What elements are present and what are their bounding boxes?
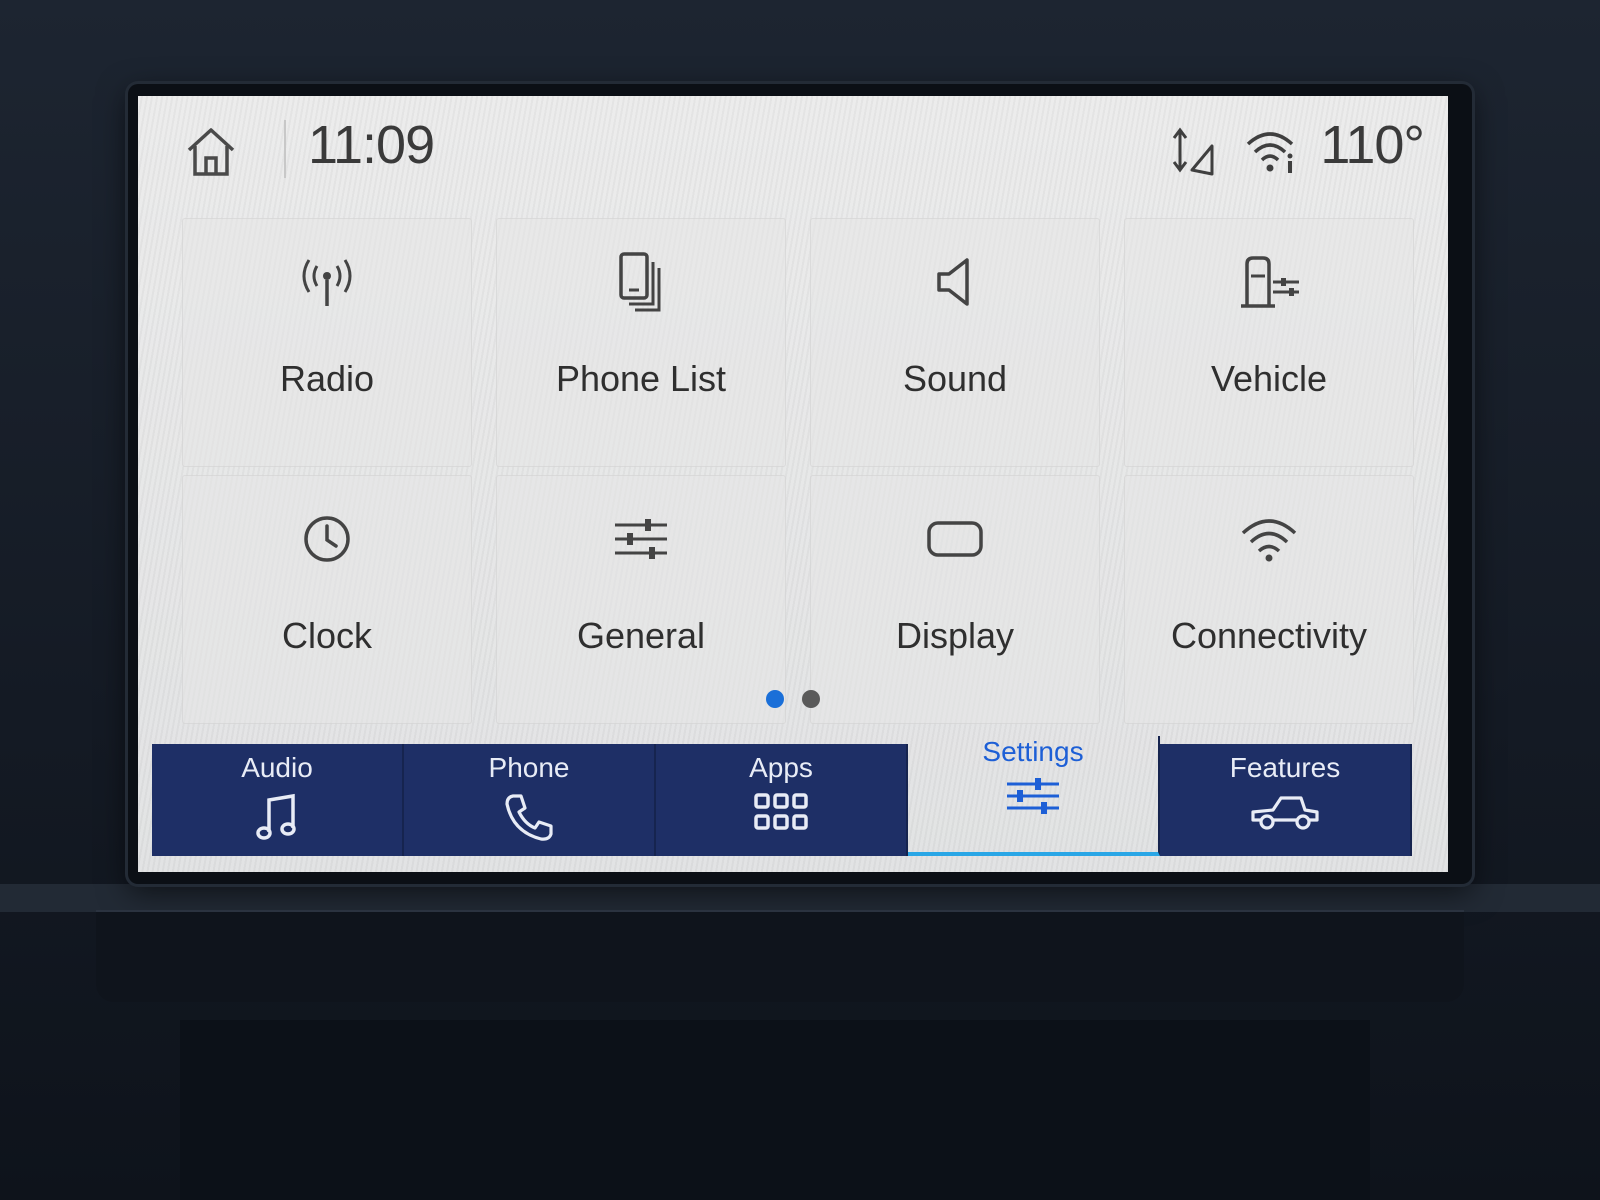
tile-connectivity[interactable]: Connectivity: [1124, 475, 1414, 724]
tile-clock[interactable]: Clock: [182, 475, 472, 724]
clock-icon: [304, 516, 350, 562]
page-dot-1[interactable]: [766, 690, 784, 708]
sliders-icon: [615, 519, 667, 559]
nav-label: Audio: [241, 752, 313, 783]
tile-sound[interactable]: Sound: [810, 218, 1100, 467]
lower-dash-panel: [180, 1020, 1370, 1200]
nav-audio[interactable]: Audio: [152, 744, 404, 856]
status-divider: [284, 120, 286, 178]
apps-grid-icon: [754, 793, 808, 830]
settings-grid: Radio Phone List Sound Vehicle Clock Gen…: [182, 218, 1414, 724]
tile-label: Phone List: [555, 358, 727, 399]
clock-time: 11:09: [308, 115, 435, 175]
tile-label: Connectivity: [1170, 615, 1368, 656]
nav-apps[interactable]: Apps: [656, 744, 908, 856]
tile-label: General: [576, 615, 706, 656]
tile-general[interactable]: General: [496, 475, 786, 724]
tile-phone-list[interactable]: Phone List: [496, 218, 786, 467]
infotainment-screen: 11:09 110° Radio Phone List Sound Vehicl…: [138, 96, 1448, 872]
display-icon: [927, 521, 983, 557]
lower-dash-trim: [96, 910, 1464, 1002]
nav-phone[interactable]: Phone: [404, 744, 656, 856]
nav-label: Settings: [982, 736, 1084, 767]
phone-handset-icon: [505, 794, 553, 841]
truck-icon: [1251, 796, 1319, 830]
speaker-icon: [937, 258, 969, 306]
page-indicator: [138, 690, 1448, 708]
outside-temperature: 110°: [1320, 115, 1425, 175]
settings-sliders-icon: [1007, 778, 1059, 814]
music-note-icon: [256, 793, 296, 840]
page-dot-2[interactable]: [802, 690, 820, 708]
tile-label: Display: [895, 615, 1015, 656]
nav-label: Apps: [749, 752, 813, 783]
tile-vehicle[interactable]: Vehicle: [1124, 218, 1414, 467]
nav-label: Features: [1229, 752, 1341, 783]
bottom-nav-bar: Audio Phone Apps Settings Features: [152, 736, 1412, 856]
tile-label: Vehicle: [1210, 358, 1328, 399]
radio-antenna-icon: [302, 259, 352, 306]
tile-display[interactable]: Display: [810, 475, 1100, 724]
tile-radio[interactable]: Radio: [182, 218, 472, 467]
tile-label: Sound: [902, 358, 1008, 399]
wifi-icon: [1241, 519, 1297, 562]
home-button[interactable]: [180, 120, 242, 182]
phone-list-icon: [619, 252, 661, 312]
nav-settings[interactable]: Settings: [908, 736, 1160, 856]
status-bar: 11:09 110°: [138, 96, 1448, 206]
wifi-hotspot-icon[interactable]: [1244, 126, 1298, 176]
navigation-signal-icon[interactable]: [1168, 126, 1216, 178]
nav-label: Phone: [488, 752, 570, 783]
dash-shelf: [0, 884, 1600, 912]
tile-label: Radio: [279, 358, 375, 399]
vehicle-settings-icon: [1241, 256, 1299, 308]
tile-label: Clock: [281, 615, 373, 656]
status-icons: [1168, 126, 1298, 178]
nav-features[interactable]: Features: [1160, 744, 1412, 856]
home-icon: [187, 128, 235, 176]
